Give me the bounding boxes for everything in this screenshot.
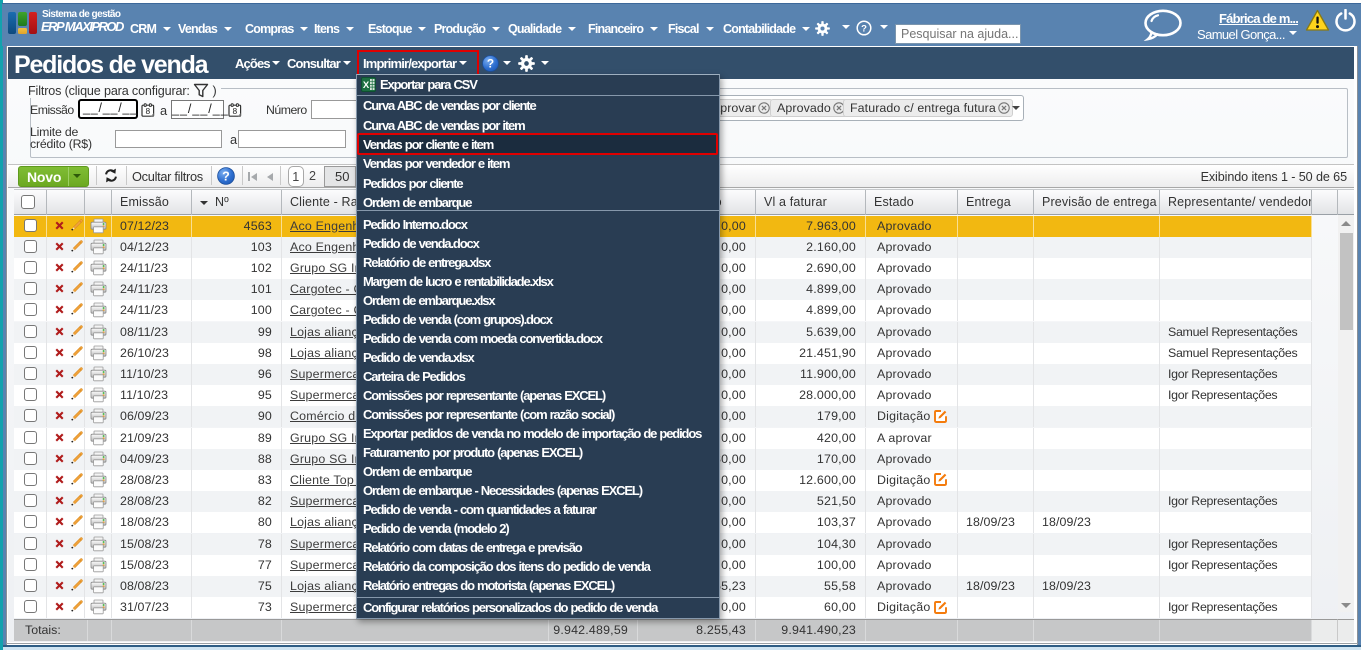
svg-text:?: ?: [861, 24, 867, 35]
svg-text:X: X: [363, 80, 370, 91]
svg-text:?: ?: [222, 169, 230, 183]
svg-text:8: 8: [145, 106, 150, 116]
svg-text:8: 8: [232, 106, 237, 116]
svg-text:?: ?: [487, 57, 494, 71]
